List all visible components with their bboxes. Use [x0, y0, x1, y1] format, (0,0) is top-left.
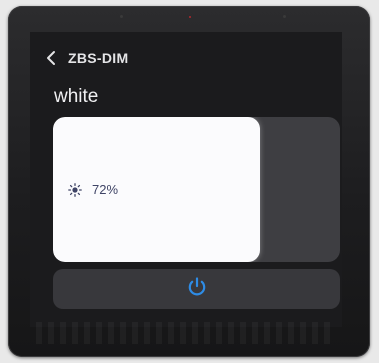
power-button[interactable] [53, 269, 340, 309]
sensor-dot [283, 15, 286, 18]
power-icon [186, 276, 208, 303]
sensor-dot [120, 15, 123, 18]
chevron-left-icon[interactable] [46, 48, 64, 68]
scene-title: white [54, 86, 99, 107]
brightness-readout: 72% [68, 182, 118, 197]
brightness-value: 72% [92, 182, 119, 197]
sun-icon [68, 182, 82, 197]
bottom-reflection [36, 322, 336, 344]
indicator-led [189, 16, 191, 18]
header: ZBS-DIM [46, 48, 128, 68]
device-name: ZBS-DIM [68, 50, 129, 66]
